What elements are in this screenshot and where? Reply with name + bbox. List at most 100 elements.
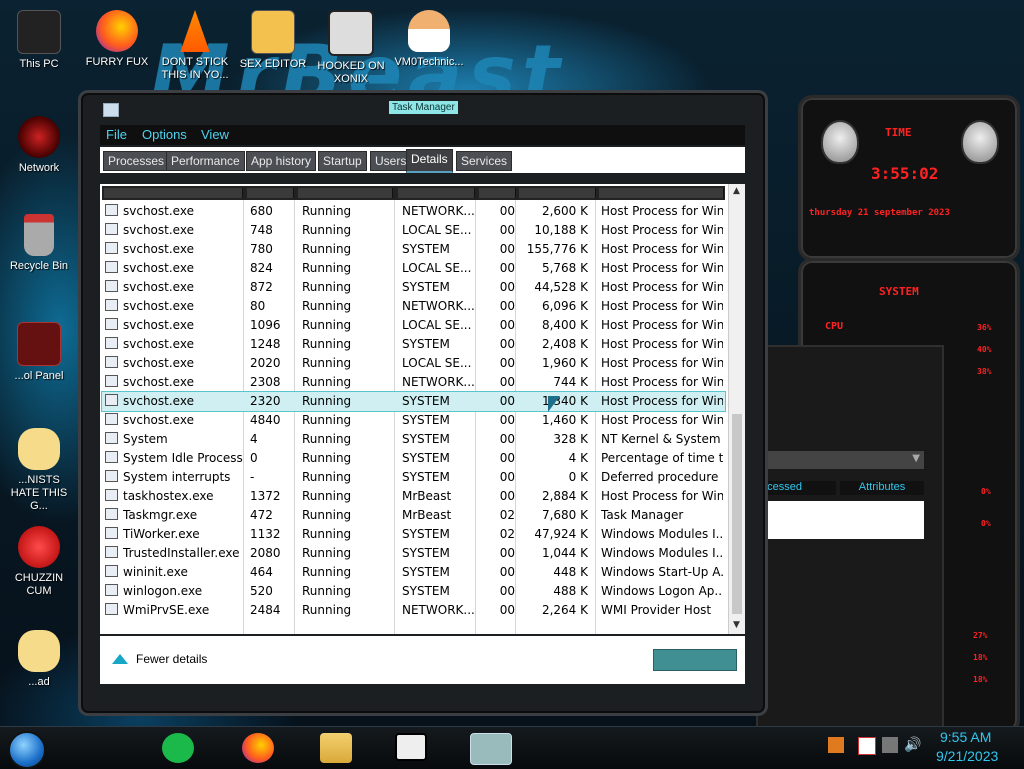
taskbar-clock-time[interactable]: 9:55 AM xyxy=(940,729,991,745)
background-column-header[interactable]: Attributes xyxy=(840,481,924,495)
cpu-cell: 00 xyxy=(499,565,515,579)
table-row[interactable]: svchost.exe 680 Running NETWORK... 00 2,600 K… xyxy=(102,202,725,221)
fewer-details-link[interactable]: Fewer details xyxy=(112,652,207,666)
table-row[interactable]: TrustedInstaller.exe 2080 Running SYSTEM 00 1… xyxy=(102,544,725,563)
process-icon xyxy=(105,223,118,235)
table-row[interactable]: TiWorker.exe 1132 Running SYSTEM 02 47,924 K W… xyxy=(102,525,725,544)
taskbar-clock-date[interactable]: 9/21/2023 xyxy=(936,748,998,764)
status-cell: Running xyxy=(302,508,352,522)
desktop-icon-this-pc[interactable]: This PC xyxy=(3,10,75,71)
file-explorer-icon[interactable] xyxy=(320,733,352,763)
process-name-text: svchost.exe xyxy=(123,223,194,237)
tab-app-history[interactable]: App history xyxy=(246,151,317,171)
gadget-percent: 0% xyxy=(981,519,991,528)
status-cell: Running xyxy=(302,337,352,351)
background-column-header[interactable]: ...cessed xyxy=(758,481,836,495)
desktop-icon-chuzzin[interactable]: CHUZZIN CUM xyxy=(3,526,75,598)
tab-services[interactable]: Services xyxy=(456,151,513,171)
table-row[interactable]: WmiPrvSE.exe 2484 Running NETWORK... 00 2,264… xyxy=(102,601,725,620)
column-header-memory[interactable] xyxy=(519,188,596,198)
process-icon xyxy=(105,204,118,216)
tab-details[interactable]: Details xyxy=(406,149,453,173)
scroll-down-arrow-icon[interactable]: ▼ xyxy=(733,620,740,630)
menu-options[interactable]: Options xyxy=(142,127,187,142)
table-row[interactable]: svchost.exe 872 Running SYSTEM 00 44,528 K Hos… xyxy=(102,278,725,297)
tab-processes[interactable]: Processes xyxy=(103,151,170,171)
volume-icon[interactable]: 🔊 xyxy=(904,737,921,753)
desktop-icon-recycle-bin[interactable]: Recycle Bin xyxy=(3,214,75,273)
cpu-cell: 00 xyxy=(499,603,515,617)
status-cell: Running xyxy=(302,527,352,541)
process-name-text: WmiPrvSE.exe xyxy=(123,603,210,617)
memory-cell: 0 K xyxy=(568,470,588,484)
cpu-cell: 00 xyxy=(499,280,515,294)
table-row[interactable]: wininit.exe 464 Running SYSTEM 00 448 K Window… xyxy=(102,563,725,582)
7zip-icon[interactable] xyxy=(395,733,427,761)
menu-view[interactable]: View xyxy=(201,127,229,142)
menu-file[interactable]: File xyxy=(106,127,127,142)
tab-performance[interactable]: Performance xyxy=(166,151,245,171)
desktop-icon-pad[interactable]: ...ad xyxy=(3,630,75,689)
table-row[interactable]: svchost.exe 2320 Running SYSTEM 00 1,340 K Hos… xyxy=(101,391,726,412)
background-window[interactable]: ▼ ...cessed Attributes xyxy=(756,345,944,729)
tab-startup[interactable]: Startup xyxy=(318,151,367,171)
status-cell: Running xyxy=(302,375,352,389)
start-button[interactable] xyxy=(8,731,46,769)
column-header-status[interactable] xyxy=(298,188,393,198)
desktop-icon-hooked-on-xonix[interactable]: HOOKED ON XONIX xyxy=(315,10,387,86)
table-row[interactable]: svchost.exe 2308 Running NETWORK... 00 744 K H… xyxy=(102,373,725,392)
title-bar[interactable]: Task Manager xyxy=(81,93,765,123)
column-header-pid[interactable] xyxy=(247,188,294,198)
table-row[interactable]: svchost.exe 780 Running SYSTEM 00 155,776 K Ho… xyxy=(102,240,725,259)
table-row[interactable]: svchost.exe 824 Running LOCAL SE... 00 5,768 … xyxy=(102,259,725,278)
table-row[interactable]: winlogon.exe 520 Running SYSTEM 00 488 K Windo… xyxy=(102,582,725,601)
background-dropdown[interactable]: ▼ xyxy=(758,451,924,469)
desktop-icon-label: ...ad xyxy=(28,676,50,688)
scroll-up-arrow-icon[interactable]: ▲ xyxy=(733,186,740,196)
status-cell: Running xyxy=(302,299,352,313)
desktop-icon-dont-stick[interactable]: DONT STICK THIS IN YO... xyxy=(159,10,231,82)
pid-cell: 872 xyxy=(250,280,273,294)
table-row[interactable]: svchost.exe 748 Running LOCAL SE... 00 10,188… xyxy=(102,221,725,240)
table-row[interactable]: Taskmgr.exe 472 Running MrBeast 02 7,680 K Tas… xyxy=(102,506,725,525)
desktop-icon-vm0technic[interactable]: VM0Technic... xyxy=(393,10,465,69)
task-manager-window[interactable]: Task Manager File Options View Processes… xyxy=(78,90,768,716)
spotify-like-app-icon[interactable] xyxy=(162,733,194,763)
network-tray-icon[interactable] xyxy=(882,737,898,753)
table-row[interactable]: svchost.exe 2020 Running LOCAL SE... 00 1,960… xyxy=(102,354,725,373)
desktop-icon-star-butterfly[interactable]: ...NISTS HATE THIS G... xyxy=(3,428,75,513)
description-cell: Host Process for Win... xyxy=(601,318,723,332)
pid-cell: 2080 xyxy=(250,546,281,560)
pid-cell: 1096 xyxy=(250,318,281,332)
desktop-icon-control-panel[interactable]: ...ol Panel xyxy=(3,322,75,383)
desktop-icon-sex-editor[interactable]: SEX EDITOR xyxy=(237,10,309,71)
firefox-taskbar-icon[interactable] xyxy=(242,733,274,763)
vertical-scrollbar[interactable]: ▲ ▼ xyxy=(728,184,745,634)
action-center-flag-icon[interactable] xyxy=(858,737,876,755)
table-row[interactable]: System Idle Process 0 Running SYSTEM 00 4 K Pe… xyxy=(102,449,725,468)
column-header-name[interactable] xyxy=(104,188,243,198)
tray-app-icon[interactable] xyxy=(828,737,844,753)
scrollbar-thumb[interactable] xyxy=(732,414,742,614)
desktop-icon-network[interactable]: Network xyxy=(3,116,75,175)
column-header-description[interactable] xyxy=(599,188,724,198)
desktop-icon-label: Network xyxy=(18,162,60,174)
process-icon xyxy=(105,318,118,330)
column-header-user[interactable] xyxy=(398,188,475,198)
cpu-cell: 00 xyxy=(499,204,515,218)
task-manager-taskbar-icon[interactable] xyxy=(470,733,512,765)
status-cell: Running xyxy=(302,603,352,617)
table-row[interactable]: svchost.exe 80 Running NETWORK... 00 6,096 K H… xyxy=(102,297,725,316)
table-row[interactable]: svchost.exe 4840 Running SYSTEM 00 1,460 K Hos… xyxy=(102,411,725,430)
column-header-cpu[interactable] xyxy=(479,188,516,198)
process-name-text: svchost.exe xyxy=(123,299,194,313)
gadget-percent: 36% xyxy=(977,323,992,332)
desktop-icon-furry-fux[interactable]: FURRY FUX xyxy=(81,10,153,69)
table-row[interactable]: svchost.exe 1248 Running SYSTEM 00 2,408 K Hos… xyxy=(102,335,725,354)
table-row[interactable]: System 4 Running SYSTEM 00 328 K NT Kernel & S… xyxy=(102,430,725,449)
description-cell: Host Process for Win... xyxy=(601,299,723,313)
table-row[interactable]: System interrupts - Running SYSTEM 00 0 K Defe… xyxy=(102,468,725,487)
table-row[interactable]: svchost.exe 1096 Running LOCAL SE... 00 8,400… xyxy=(102,316,725,335)
table-row[interactable]: taskhostex.exe 1372 Running MrBeast 00 2,884 … xyxy=(102,487,725,506)
end-task-button[interactable] xyxy=(653,649,737,671)
